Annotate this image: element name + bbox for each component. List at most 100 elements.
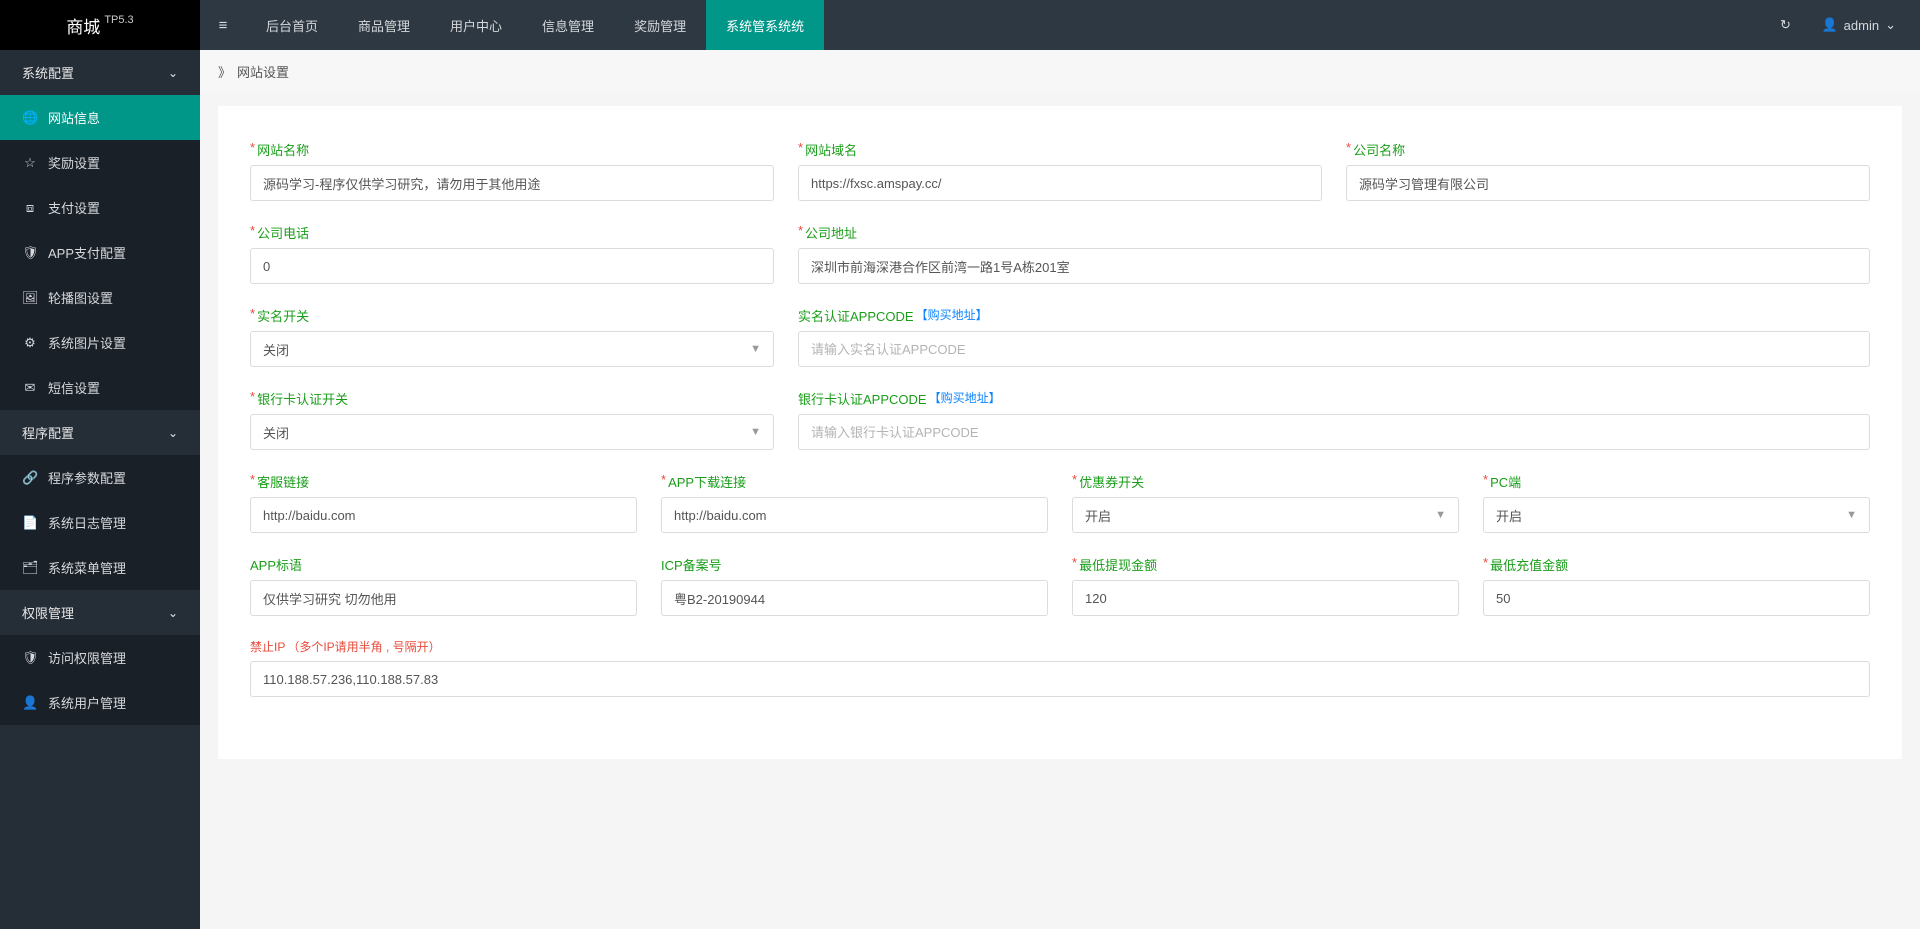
topmenu-users[interactable]: 用户中心 xyxy=(430,0,522,50)
block-ip-input[interactable] xyxy=(250,661,1870,697)
new-indicator-icon: ● xyxy=(812,12,818,23)
label-block-ip: 禁止IP xyxy=(250,638,285,655)
brand-badge: TP5.3 xyxy=(104,14,133,26)
sidebar-item-label: 程序参数配置 xyxy=(48,468,126,487)
sidebar-item-system-users[interactable]: 👤 系统用户管理 xyxy=(0,680,200,725)
sidebar-group-label: 系统配置 xyxy=(22,63,74,82)
sidebar-item-label: 系统日志管理 xyxy=(48,513,126,532)
mail-icon: ✉ xyxy=(22,380,38,396)
label-coupon-switch: 优惠券开关 xyxy=(1079,472,1144,491)
shield-icon: 🛡 xyxy=(22,650,38,666)
sidebar-item-label: 轮播图设置 xyxy=(48,288,113,307)
breadcrumb: 》 网站设置 xyxy=(200,50,1920,92)
sidebar-item-label: 奖励设置 xyxy=(48,153,100,172)
caret-down-icon: ▼ xyxy=(750,426,761,438)
sidebar-item-reward-setting[interactable]: ☆ 奖励设置 xyxy=(0,140,200,185)
label-pc-switch: PC端 xyxy=(1490,472,1521,491)
user-menu[interactable]: 👤 admin ⌄ xyxy=(1807,0,1910,50)
label-realname-switch: 实名开关 xyxy=(257,306,309,325)
breadcrumb-title: 网站设置 xyxy=(237,62,289,81)
sidebar-item-label: 网站信息 xyxy=(48,108,100,127)
label-bankcard-appcode: 银行卡认证APPCODE xyxy=(798,389,927,408)
realname-appcode-input[interactable] xyxy=(798,331,1870,367)
shield-icon: 🛡 xyxy=(22,245,38,261)
sidebar-item-label: 短信设置 xyxy=(48,378,100,397)
label-min-withdraw: 最低提现金额 xyxy=(1079,555,1157,574)
sidebar-item-system-logs[interactable]: 📄 系统日志管理 xyxy=(0,500,200,545)
user-name: admin xyxy=(1844,18,1879,33)
topmenu-info[interactable]: 信息管理 xyxy=(522,0,614,50)
sidebar-item-label: 系统图片设置 xyxy=(48,333,126,352)
sidebar-item-label: 支付设置 xyxy=(48,198,100,217)
label-company-address: 公司地址 xyxy=(805,223,857,242)
label-company-name: 公司名称 xyxy=(1353,140,1405,159)
realname-switch-select[interactable]: 关闭 ▼ xyxy=(250,331,774,367)
site-domain-input[interactable] xyxy=(798,165,1322,201)
label-cs-link: 客服链接 xyxy=(257,472,309,491)
site-name-input[interactable] xyxy=(250,165,774,201)
caret-down-icon: ▼ xyxy=(1846,509,1857,521)
caret-down-icon: ▼ xyxy=(750,343,761,355)
image-icon: 🖼 xyxy=(22,290,38,306)
realname-appcode-buy-link[interactable]: 【购买地址】 xyxy=(916,306,988,325)
sidebar-toggle-button[interactable]: ≡ xyxy=(200,0,246,50)
min-recharge-input[interactable] xyxy=(1483,580,1870,616)
cs-link-input[interactable] xyxy=(250,497,637,533)
brand-logo: 商城 TP5.3 xyxy=(0,0,200,50)
sidebar-item-payment-setting[interactable]: ⧈ 支付设置 xyxy=(0,185,200,230)
label-icp: ICP备案号 xyxy=(661,555,722,574)
topmenu-system[interactable]: 系统管系统统 ● xyxy=(706,0,824,50)
star-icon: ☆ xyxy=(22,155,38,171)
label-realname-appcode: 实名认证APPCODE xyxy=(798,306,914,325)
sidebar-item-sms-setting[interactable]: ✉ 短信设置 xyxy=(0,365,200,410)
refresh-icon: ↻ xyxy=(1780,17,1791,33)
label-block-ip-note: （多个IP请用半角 , 号隔开） xyxy=(287,638,440,655)
topmenu-reward[interactable]: 奖励管理 xyxy=(614,0,706,50)
label-min-recharge: 最低充值金额 xyxy=(1490,555,1568,574)
topmenu-products[interactable]: 商品管理 xyxy=(338,0,430,50)
brand-name: 商城 xyxy=(66,13,100,38)
label-company-phone: 公司电话 xyxy=(257,223,309,242)
sidebar-group-program-config[interactable]: 程序配置 ⌄ xyxy=(0,410,200,455)
sidebar-item-label: 系统菜单管理 xyxy=(48,558,126,577)
sidebar-item-program-params[interactable]: 🔗 程序参数配置 xyxy=(0,455,200,500)
sidebar-group-permission[interactable]: 权限管理 ⌄ xyxy=(0,590,200,635)
globe-icon: 🌐 xyxy=(22,110,38,126)
icp-input[interactable] xyxy=(661,580,1048,616)
company-phone-input[interactable] xyxy=(250,248,774,284)
bankcard-appcode-buy-link[interactable]: 【购买地址】 xyxy=(929,389,1001,408)
pc-switch-select[interactable]: 开启 ▼ xyxy=(1483,497,1870,533)
chevron-down-icon: ⌄ xyxy=(168,606,178,620)
sidebar-group-label: 权限管理 xyxy=(22,603,74,622)
bankcard-appcode-input[interactable] xyxy=(798,414,1870,450)
sidebar-item-label: 访问权限管理 xyxy=(48,648,126,667)
sidebar-item-label: APP支付配置 xyxy=(48,243,126,262)
bankcard-switch-select[interactable]: 关闭 ▼ xyxy=(250,414,774,450)
coupon-switch-select[interactable]: 开启 ▼ xyxy=(1072,497,1459,533)
company-address-input[interactable] xyxy=(798,248,1870,284)
min-withdraw-input[interactable] xyxy=(1072,580,1459,616)
company-name-input[interactable] xyxy=(1346,165,1870,201)
chevron-down-icon: ⌄ xyxy=(168,66,178,80)
refresh-button[interactable]: ↻ xyxy=(1763,0,1807,50)
chevron-down-icon: ⌄ xyxy=(1885,17,1896,33)
sidebar-group-label: 程序配置 xyxy=(22,423,74,442)
sidebar-item-carousel-setting[interactable]: 🖼 轮播图设置 xyxy=(0,275,200,320)
document-icon: 📄 xyxy=(22,515,38,531)
folder-icon: 🗂 xyxy=(22,560,38,576)
label-bankcard-switch: 银行卡认证开关 xyxy=(257,389,348,408)
sidebar-group-system-config[interactable]: 系统配置 ⌄ xyxy=(0,50,200,95)
sidebar-item-app-payment[interactable]: 🛡 APP支付配置 xyxy=(0,230,200,275)
topmenu-home[interactable]: 后台首页 xyxy=(246,0,338,50)
chevron-down-icon: ⌄ xyxy=(168,426,178,440)
label-site-domain: 网站域名 xyxy=(805,140,857,159)
app-download-input[interactable] xyxy=(661,497,1048,533)
sidebar-item-access-permission[interactable]: 🛡 访问权限管理 xyxy=(0,635,200,680)
sidebar-item-site-info[interactable]: 🌐 网站信息 xyxy=(0,95,200,140)
sidebar-item-label: 系统用户管理 xyxy=(48,693,126,712)
caret-down-icon: ▼ xyxy=(1435,509,1446,521)
sidebar-item-system-menu[interactable]: 🗂 系统菜单管理 xyxy=(0,545,200,590)
app-slogan-input[interactable] xyxy=(250,580,637,616)
sidebar-item-system-images[interactable]: ⚙ 系统图片设置 xyxy=(0,320,200,365)
user-icon: 👤 xyxy=(1821,17,1837,33)
